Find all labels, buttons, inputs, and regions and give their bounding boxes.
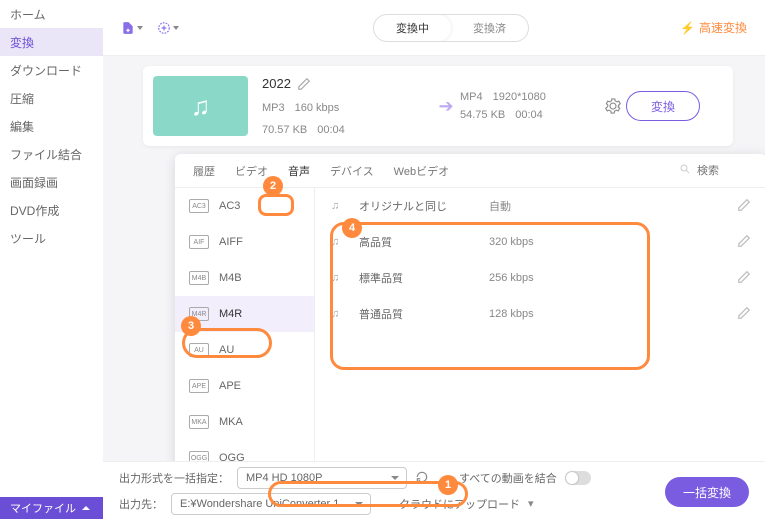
output-size: 54.75 KB [460, 109, 505, 121]
refresh-icon[interactable] [415, 470, 431, 486]
tab-audio[interactable]: 音声 [280, 159, 318, 183]
output-format-select[interactable]: MP4 HD 1080P [237, 467, 407, 489]
merge-toggle[interactable] [565, 471, 591, 485]
quality-normal[interactable]: ♫ 普通品質 128 kbps [315, 296, 765, 332]
music-note-icon: ♫ [331, 308, 349, 320]
music-note-icon: ♫ [331, 272, 349, 284]
quality-standard[interactable]: ♫ 標準品質 256 kbps [315, 260, 765, 296]
topbar: 変換中 変換済 ⚡ 高速変換 [103, 0, 765, 56]
output-format-label: 出力形式を一括指定： [119, 470, 229, 486]
format-aiff[interactable]: AIFAIFF [175, 224, 314, 260]
add-file-icon[interactable] [121, 17, 143, 39]
lightning-icon: ⚡ [680, 21, 695, 35]
segment-converting[interactable]: 変換中 [374, 15, 451, 41]
search-icon [679, 163, 691, 178]
sidebar-item-compress[interactable]: 圧縮 [0, 84, 103, 112]
chevron-down-icon [173, 26, 179, 30]
search-input[interactable] [697, 165, 757, 177]
fast-convert[interactable]: ⚡ 高速変換 [680, 19, 747, 36]
format-mka[interactable]: MKAMKA [175, 404, 314, 440]
chevron-down-icon [137, 26, 143, 30]
input-bitrate: 160 kbps [295, 102, 340, 114]
sidebar-footer-myfiles[interactable]: マイファイル [0, 497, 103, 519]
tab-webvideo[interactable]: Webビデオ [386, 159, 457, 183]
rename-icon[interactable] [297, 77, 311, 91]
music-note-icon: ♫ [331, 200, 349, 212]
file-card: ♫ 2022 MP3 160 kbps 70.57 KB 00:04 ➔ MP4… [143, 66, 733, 146]
add-folder-icon[interactable] [157, 17, 179, 39]
sidebar-item-convert[interactable]: 変換 [0, 28, 103, 56]
format-m4r[interactable]: M4RM4R [175, 296, 314, 332]
file-input-meta: 2022 MP3 160 kbps 70.57 KB 00:04 [262, 76, 432, 136]
sidebar-item-tools[interactable]: ツール [0, 224, 103, 252]
sidebar-item-record[interactable]: 画面録画 [0, 168, 103, 196]
file-output-meta: MP4 1920*1080 54.75 KB 00:04 [460, 76, 600, 136]
format-ape[interactable]: APEAPE [175, 368, 314, 404]
fast-convert-label: 高速変換 [699, 19, 747, 36]
sidebar: ホーム 変換 ダウンロード 圧縮 編集 ファイル結合 画面録画 DVD作成 ツー… [0, 0, 103, 519]
format-au[interactable]: AUAU [175, 332, 314, 368]
bottom-bar: 出力形式を一括指定： MP4 HD 1080P すべての動画を結合 出力先： E… [103, 461, 765, 519]
output-duration: 00:04 [515, 109, 543, 121]
sidebar-item-edit[interactable]: 編集 [0, 112, 103, 140]
output-path-select[interactable]: E:¥Wondershare UniConverter 1 [171, 493, 371, 515]
batch-convert-button[interactable]: 一括変換 [665, 477, 749, 507]
output-resolution: 1920*1080 [493, 91, 546, 103]
settings-icon[interactable] [600, 76, 626, 136]
output-format: MP4 [460, 91, 483, 103]
panel-tabs: 履歴 ビデオ 音声 デバイス Webビデオ [175, 154, 765, 188]
edit-icon[interactable] [737, 306, 751, 323]
input-size: 70.57 KB [262, 124, 307, 136]
music-note-icon: ♫ [191, 91, 211, 122]
segment-converted[interactable]: 変換済 [451, 15, 528, 41]
convert-button[interactable]: 変換 [626, 91, 700, 121]
panel-search [679, 163, 757, 178]
edit-icon[interactable] [737, 270, 751, 287]
cloud-upload-label: クラウドにアップロード [399, 496, 520, 512]
sidebar-item-dvd[interactable]: DVD作成 [0, 196, 103, 224]
file-name: 2022 [262, 76, 291, 91]
format-list: AC3AC3 AIFAIFF M4BM4B M4RM4R AUAU APEAPE… [175, 188, 315, 494]
music-note-icon: ♫ [331, 236, 349, 248]
tab-history[interactable]: 履歴 [185, 159, 223, 183]
quality-original[interactable]: ♫ オリジナルと同じ 自動 [315, 188, 765, 224]
edit-icon[interactable] [737, 234, 751, 251]
sidebar-item-download[interactable]: ダウンロード [0, 56, 103, 84]
tab-video[interactable]: ビデオ [227, 159, 276, 183]
format-panel: 履歴 ビデオ 音声 デバイス Webビデオ AC3AC3 AIFAIFF M4B… [175, 154, 765, 494]
output-path-label: 出力先： [119, 496, 163, 512]
sidebar-item-merge[interactable]: ファイル結合 [0, 140, 103, 168]
input-format: MP3 [262, 102, 285, 114]
merge-label: すべての動画を結合 [459, 470, 557, 486]
content-area: ♫ 2022 MP3 160 kbps 70.57 KB 00:04 ➔ MP4… [103, 56, 765, 519]
format-ac3[interactable]: AC3AC3 [175, 188, 314, 224]
tab-device[interactable]: デバイス [322, 159, 382, 183]
quality-list: ♫ オリジナルと同じ 自動 ♫ 高品質 320 kbps ♫ 標準品質 256 … [315, 188, 765, 494]
edit-icon[interactable] [737, 198, 751, 215]
input-duration: 00:04 [317, 124, 345, 136]
sidebar-item-home[interactable]: ホーム [0, 0, 103, 28]
file-thumbnail[interactable]: ♫ [153, 76, 248, 136]
status-segment: 変換中 変換済 [373, 14, 529, 42]
chevron-down-icon[interactable]: ▾ [528, 497, 534, 510]
format-m4b[interactable]: M4BM4B [175, 260, 314, 296]
quality-high[interactable]: ♫ 高品質 320 kbps [315, 224, 765, 260]
arrow-right-icon: ➔ [432, 76, 460, 136]
